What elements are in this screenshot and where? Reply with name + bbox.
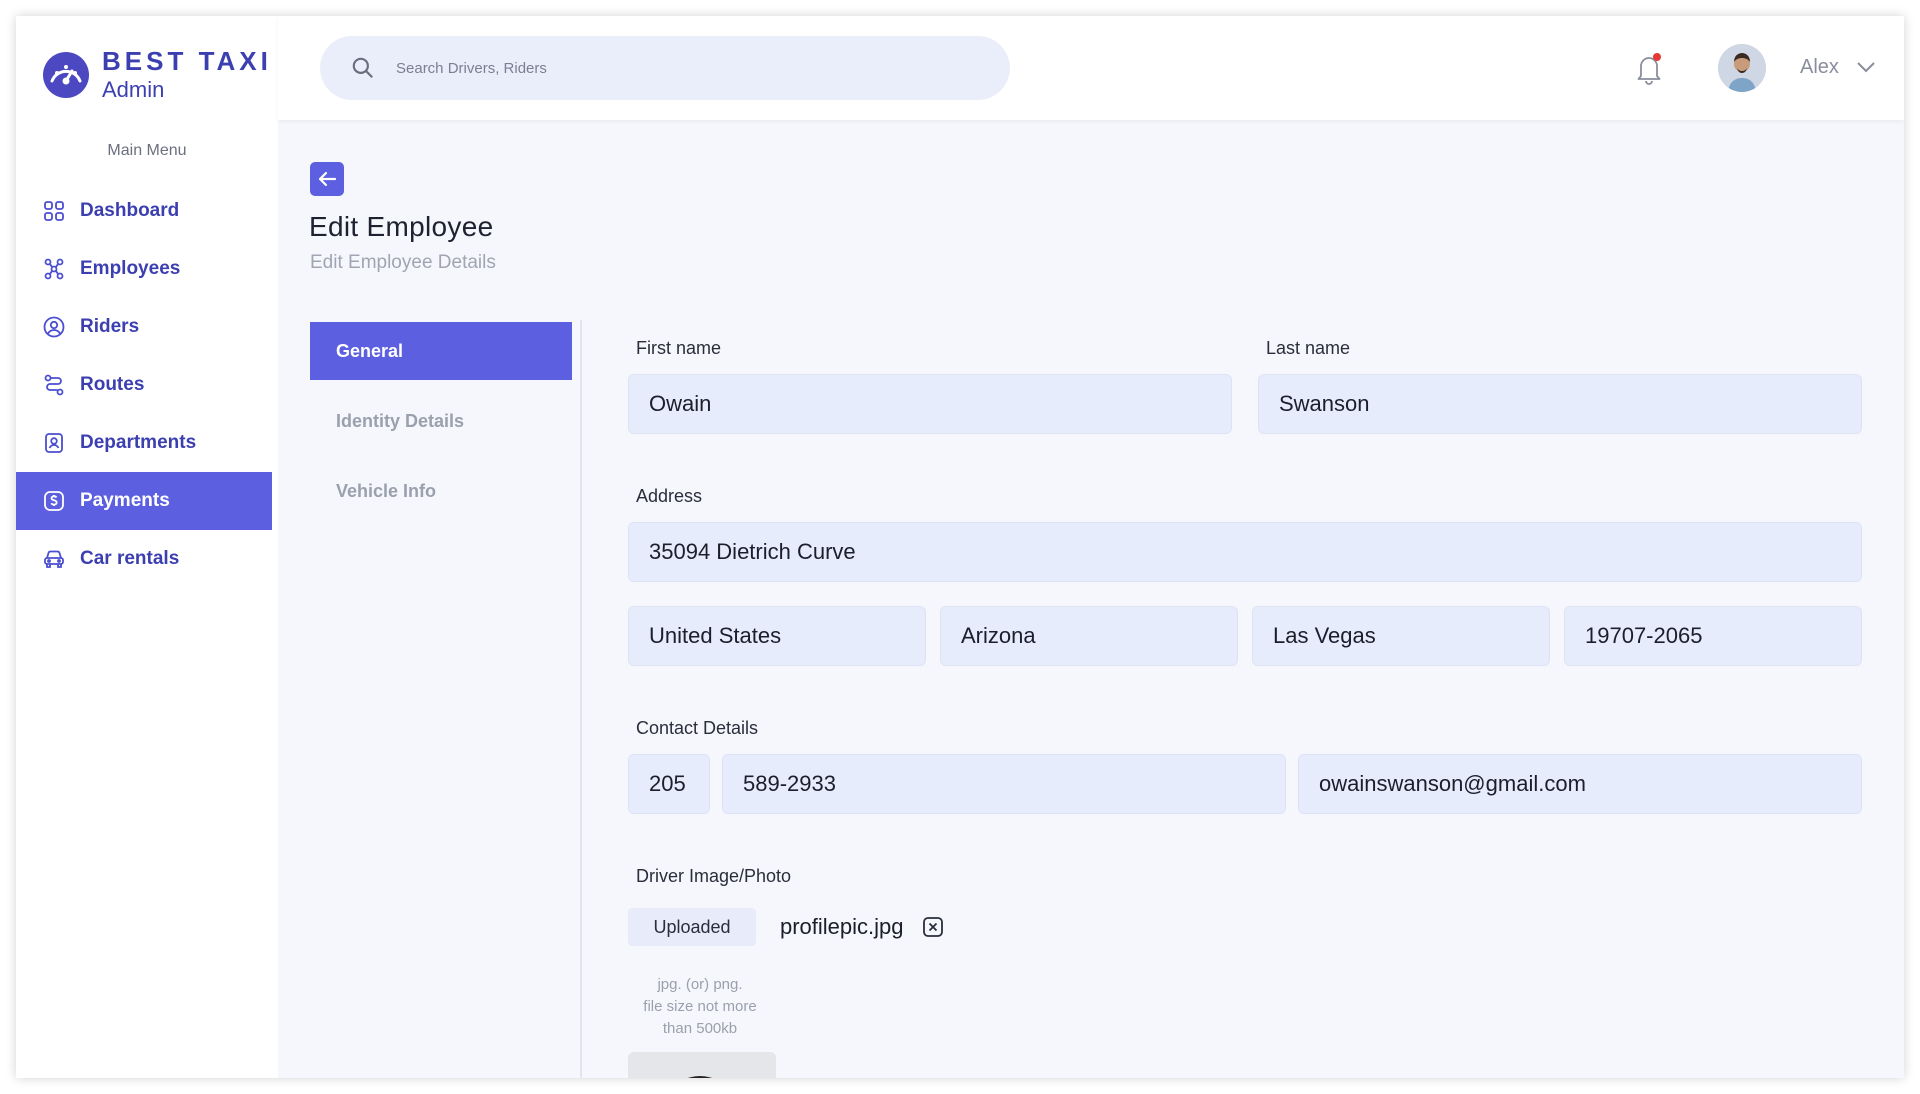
sidebar-item-label: Riders <box>80 316 140 337</box>
sidebar-item-dashboard[interactable]: Dashboard <box>16 182 272 240</box>
route-icon <box>44 374 64 396</box>
sidebar-item-label: Departments <box>80 432 197 453</box>
search-input[interactable] <box>396 59 956 77</box>
contact-label: Contact Details <box>636 718 759 738</box>
phone-field[interactable]: 589-2933 <box>722 754 1286 814</box>
search-bar[interactable] <box>320 36 1010 100</box>
sidebar-item-car-rentals[interactable]: Car rentals <box>16 530 272 588</box>
country-field[interactable]: United States <box>628 606 926 666</box>
uploaded-file-name: profilepic.jpg <box>780 914 904 939</box>
sidebar-item-routes[interactable]: Routes <box>16 356 272 414</box>
tabs-divider <box>580 320 582 1078</box>
car-icon <box>44 550 64 568</box>
user-photo <box>1718 44 1766 92</box>
avatar[interactable] <box>1718 44 1766 92</box>
upload-hint: jpg. (or) png. file size not more than 5… <box>643 976 757 1037</box>
photo-label: Driver Image/Photo <box>636 866 792 886</box>
sidebar-item-label: Routes <box>80 374 145 395</box>
sidebar-item-departments[interactable]: Departments <box>16 414 272 472</box>
chevron-down-icon[interactable] <box>1856 60 1876 74</box>
address-label: Address <box>636 486 703 506</box>
arrow-left-icon <box>318 171 337 187</box>
user-name[interactable]: Alex <box>1800 56 1839 79</box>
speedometer-logo-icon <box>43 51 89 98</box>
menu-title: Main Menu <box>107 142 187 159</box>
sidebar-item-payments[interactable]: Payments <box>16 472 272 530</box>
brand[interactable]: BEST TAXI Admin <box>42 48 272 101</box>
area-code-field[interactable]: 205 <box>628 754 710 814</box>
badge-icon <box>45 433 63 453</box>
sidebar-item-riders[interactable]: Riders <box>16 298 272 356</box>
first-name-field[interactable]: Owain <box>628 374 1232 434</box>
tab-identity-details[interactable]: Identity Details <box>310 392 572 450</box>
top-header: Alex <box>278 16 1904 120</box>
email-field[interactable]: owainswanson@gmail.com <box>1298 754 1862 814</box>
upload-status-badge[interactable]: Uploaded <box>628 908 756 946</box>
grid-icon <box>44 201 64 221</box>
users-network-icon <box>44 258 64 280</box>
last-name-label: Last name <box>1266 338 1351 358</box>
dollar-icon <box>44 491 64 511</box>
photo-preview <box>628 1052 776 1078</box>
last-name-field[interactable]: Swanson <box>1258 374 1862 434</box>
search-icon <box>352 57 373 78</box>
sidebar-item-label: Dashboard <box>80 200 180 221</box>
brand-name: BEST TAXI <box>102 46 272 76</box>
sidebar-item-label: Payments <box>80 490 170 511</box>
zip-field[interactable]: 19707-2065 <box>1564 606 1862 666</box>
city-field[interactable]: Las Vegas <box>1252 606 1550 666</box>
sidebar: BEST TAXI Admin Main Menu Dashboard Empl… <box>16 16 278 1078</box>
back-button[interactable] <box>310 162 344 196</box>
app-window: BEST TAXI Admin Main Menu Dashboard Empl… <box>16 16 1904 1078</box>
tab-vehicle-info[interactable]: Vehicle Info <box>310 462 572 520</box>
brand-subtitle: Admin <box>102 77 165 102</box>
remove-file-icon[interactable] <box>922 916 944 938</box>
sidebar-item-label: Car rentals <box>80 548 180 569</box>
address-field[interactable]: 35094 Dietrich Curve <box>628 522 1862 582</box>
sidebar-item-label: Employees <box>80 258 181 279</box>
first-name-label: First name <box>636 338 722 358</box>
page-subtitle: Edit Employee Details <box>310 252 496 273</box>
user-circle-icon <box>43 316 65 338</box>
profile-photo-thumbnail <box>628 1052 776 1078</box>
state-field[interactable]: Arizona <box>940 606 1238 666</box>
page-title: Edit Employee <box>309 211 494 242</box>
tab-general[interactable]: General <box>310 322 572 380</box>
notification-bell-icon[interactable] <box>1632 50 1666 86</box>
sidebar-item-employees[interactable]: Employees <box>16 240 272 298</box>
